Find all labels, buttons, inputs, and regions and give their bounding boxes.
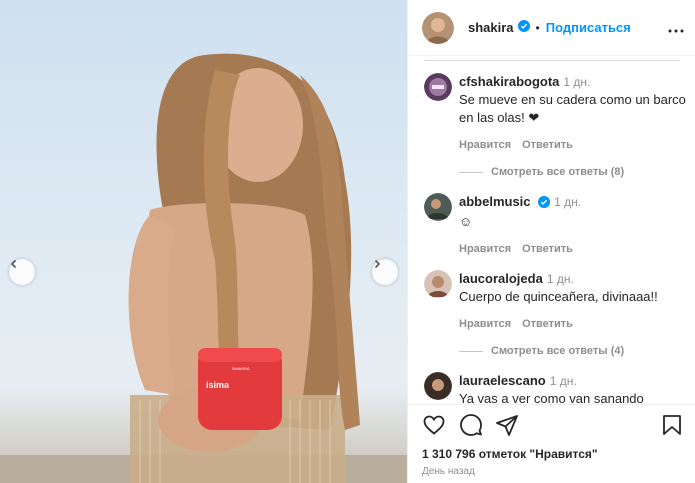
carousel-prev-button[interactable]: [9, 259, 35, 285]
comment-username[interactable]: abbelmusic: [459, 194, 531, 209]
comment: lauraelescano 1 дн. Ya vas a ver como van…: [424, 372, 686, 404]
commenter-avatar[interactable]: [424, 73, 452, 101]
verified-badge-icon: [517, 19, 530, 37]
comment-text: ☺: [459, 214, 473, 229]
comment-username[interactable]: lauraelescano: [459, 373, 546, 388]
more-options-icon[interactable]: [668, 20, 684, 38]
reply-button[interactable]: Ответить: [522, 318, 573, 330]
chevron-left-icon: [10, 259, 17, 269]
clipped-reply-divider: [424, 57, 680, 61]
commenter-avatar[interactable]: [424, 193, 452, 221]
author-avatar[interactable]: [422, 11, 454, 44]
carousel-next-button[interactable]: [372, 259, 398, 285]
comment-time: 1 дн.: [563, 75, 591, 89]
verified-badge-icon: [538, 195, 551, 213]
comment: laucoralojeda 1 дн. Cuerpo de quinceañera…: [424, 270, 686, 333]
comment-text: Se mueve en su cadera como un barco en l…: [459, 92, 686, 125]
post-side-panel: shakira • Подписаться cfshakirabogota 1 д…: [407, 0, 695, 483]
product-small-label: SHAKIRA: [232, 366, 250, 371]
view-replies-label: Смотреть все ответы (4): [491, 345, 625, 357]
heart-icon[interactable]: [422, 413, 446, 442]
comment-time: 1 дн.: [554, 195, 582, 209]
product-lid: [198, 348, 282, 362]
reply-button[interactable]: Ответить: [522, 139, 573, 151]
like-comment-button[interactable]: Нравится: [459, 139, 511, 151]
photo-illustration: isima SHAKIRA: [0, 53, 407, 483]
bookmark-icon[interactable]: [660, 413, 684, 442]
reply-button[interactable]: Ответить: [522, 243, 573, 255]
post-actions-footer: 1 310 796 отметок "Нравится" День назад: [408, 404, 695, 483]
share-icon[interactable]: [495, 413, 519, 442]
like-comment-button[interactable]: Нравится: [459, 243, 511, 255]
comment: abbelmusic 1 дн. ☺ Нравится Ответить: [424, 193, 686, 258]
like-count[interactable]: 1 310 796 отметок "Нравится": [422, 447, 598, 461]
comment-time: 1 дн.: [549, 374, 577, 388]
like-comment-button[interactable]: Нравится: [459, 318, 511, 330]
comment-time: 1 дн.: [546, 272, 574, 286]
commenter-avatar[interactable]: [424, 270, 452, 298]
chevron-right-icon: [374, 259, 381, 269]
view-replies-button[interactable]: Смотреть все ответы (4): [459, 345, 624, 357]
header-separator: •: [535, 20, 540, 35]
comments-list[interactable]: cfshakirabogota 1 дн. Se mueve en su cade…: [408, 57, 695, 404]
view-replies-label: Смотреть все ответы (8): [491, 166, 625, 178]
comment: cfshakirabogota 1 дн. Se mueve en su cade…: [424, 73, 686, 154]
post-header: shakira • Подписаться: [408, 0, 695, 56]
view-replies-button[interactable]: Смотреть все ответы (8): [459, 166, 624, 178]
post-date: День назад: [422, 466, 475, 477]
comment-text: Ya vas a ver como van sanando: [459, 391, 644, 404]
commenter-avatar[interactable]: [424, 372, 452, 400]
comment-text: Cuerpo de quinceañera, divinaaa!!: [459, 289, 658, 304]
comment-username[interactable]: cfshakirabogota: [459, 74, 559, 89]
follow-button[interactable]: Подписаться: [546, 20, 631, 35]
post-photo: isima SHAKIRA: [0, 0, 407, 483]
comment-username[interactable]: laucoralojeda: [459, 271, 543, 286]
author-username[interactable]: shakira: [468, 20, 514, 35]
product-label: isima: [206, 380, 230, 390]
comment-icon[interactable]: [459, 413, 483, 442]
